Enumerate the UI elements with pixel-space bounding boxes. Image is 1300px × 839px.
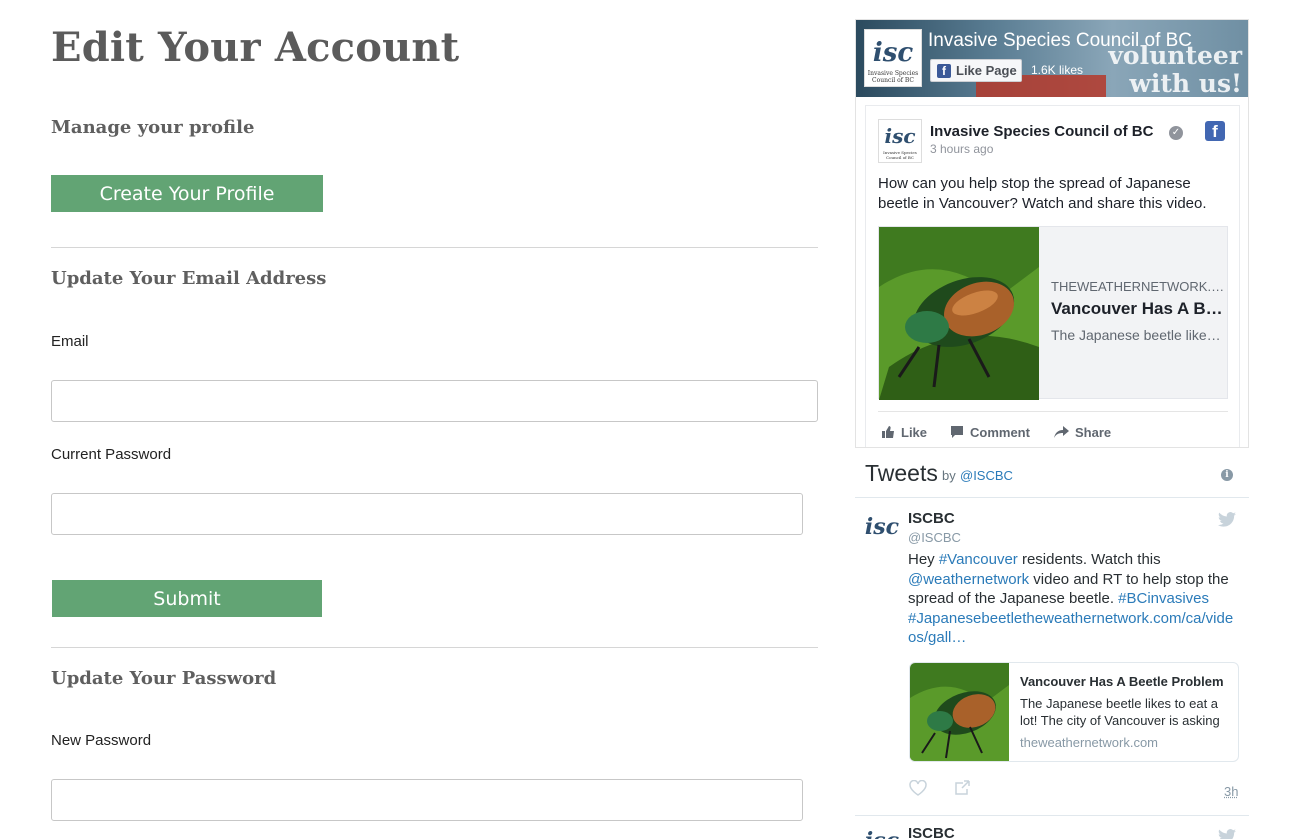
- tweet-text: Hey #Vancouver residents. Watch this @we…: [908, 550, 1240, 648]
- info-icon[interactable]: i: [1221, 469, 1233, 481]
- comment-label: Comment: [970, 425, 1030, 440]
- comment-action[interactable]: Comment: [950, 425, 1030, 442]
- post-author-name[interactable]: Invasive Species Council of BC: [930, 123, 1153, 140]
- link-domain: THEWEATHERNETWORK.COM: [1051, 279, 1226, 294]
- new-password-input[interactable]: [51, 779, 803, 821]
- email-input[interactable]: [51, 380, 818, 422]
- link-description: The Japanese beetle likes to eat a lot!: [1051, 327, 1227, 343]
- submit-button[interactable]: Submit: [52, 580, 322, 617]
- comment-icon: [950, 425, 964, 442]
- facebook-logo-icon[interactable]: f: [1205, 121, 1225, 141]
- post-author-avatar[interactable]: isc Invasive Species Council of BC: [878, 119, 922, 163]
- card-description: The Japanese beetle likes to eat a lot! …: [1020, 696, 1220, 728]
- twitter-bird-icon[interactable]: [1218, 512, 1236, 532]
- facebook-cover-photo[interactable]: volunteer with us! isc Invasive Species …: [856, 20, 1248, 97]
- like-page-label: Like Page: [956, 63, 1017, 78]
- page-title: Edit Your Account: [51, 24, 460, 71]
- facebook-page-name[interactable]: Invasive Species Council of BC: [928, 30, 1192, 52]
- like-label: Like: [901, 425, 928, 440]
- share-arrow-icon: [1054, 425, 1069, 442]
- tweet-author-name[interactable]: ISCBC: [908, 825, 955, 839]
- twitter-bird-icon[interactable]: [1218, 829, 1236, 839]
- tweet-text-part: Hey: [908, 551, 939, 568]
- section-divider: [51, 247, 818, 248]
- twitter-timeline-widget: Tweets by @ISCBC i isc ISCBC @ISCBC Hey …: [855, 448, 1249, 839]
- beetle-image: [879, 227, 1039, 400]
- share-label: Share: [1075, 425, 1112, 440]
- share-action[interactable]: Share: [1054, 425, 1111, 442]
- email-label: Email: [51, 333, 89, 350]
- tweet-timestamp[interactable]: 3h: [1224, 784, 1238, 799]
- logo-caption: Invasive Species Council of BC: [867, 70, 919, 84]
- share-icon[interactable]: [954, 780, 970, 801]
- tweets-by-label: by: [942, 468, 956, 483]
- tweet-text-part: residents. Watch this: [1017, 551, 1161, 568]
- tweet-author-handle[interactable]: @ISCBC: [908, 530, 961, 545]
- verified-icon: ✓: [1169, 126, 1183, 140]
- isc-logo[interactable]: isc Invasive Species Council of BC: [864, 29, 922, 87]
- logo-letters: isc: [872, 38, 914, 68]
- like-action[interactable]: Like: [881, 425, 927, 442]
- link-title[interactable]: Vancouver Has A Beetle Problem: [1051, 299, 1227, 319]
- facebook-f-icon: f: [937, 64, 951, 78]
- likes-count: 1.6K likes: [1031, 63, 1084, 77]
- logo-letters: isc: [864, 828, 900, 839]
- post-link-card[interactable]: THEWEATHERNETWORK.COM Vancouver Has A Be…: [878, 226, 1228, 400]
- update-email-heading: Update Your Email Address: [51, 268, 327, 289]
- current-password-label: Current Password: [51, 446, 172, 463]
- tweet-author-name[interactable]: ISCBC: [908, 510, 955, 527]
- create-profile-button[interactable]: Create Your Profile: [51, 175, 323, 212]
- logo-letters: isc: [884, 124, 916, 148]
- mention-link[interactable]: @weathernetwork: [908, 571, 1029, 588]
- new-password-label: New Password: [51, 732, 152, 749]
- tweet-author-avatar[interactable]: isc: [864, 828, 900, 839]
- post-text: How can you help stop the spread of Japa…: [878, 175, 1207, 212]
- twitter-header: Tweets by @ISCBC i: [855, 448, 1249, 498]
- tweet-link-card[interactable]: Vancouver Has A Beetle Problem The Japan…: [909, 662, 1239, 762]
- hashtag-link[interactable]: #Japanesebeetle: [908, 610, 1022, 627]
- card-title: Vancouver Has A Beetle Problem: [1020, 674, 1224, 689]
- manage-profile-heading: Manage your profile: [51, 117, 255, 138]
- logo-caption: Invasive Species Council of BC: [883, 150, 917, 160]
- tweets-title[interactable]: Tweets: [865, 460, 938, 487]
- post-timestamp[interactable]: 3 hours ago: [930, 142, 993, 156]
- hashtag-link[interactable]: #BCinvasives: [1118, 590, 1209, 607]
- tweet-author-avatar[interactable]: isc: [864, 514, 900, 544]
- beetle-thumbnail: [910, 663, 1009, 761]
- facebook-page-widget: volunteer with us! isc Invasive Species …: [855, 19, 1249, 448]
- post-actions-bar: Like Comment Share: [878, 411, 1228, 447]
- tweets-handle-link[interactable]: @ISCBC: [960, 468, 1013, 483]
- update-password-heading: Update Your Password: [51, 668, 277, 689]
- section-divider: [51, 647, 818, 648]
- hashtag-link[interactable]: #Vancouver: [939, 551, 1018, 568]
- logo-letters: isc: [864, 514, 900, 540]
- facebook-post: isc Invasive Species Council of BC Invas…: [865, 105, 1240, 447]
- heart-icon[interactable]: [909, 779, 927, 801]
- current-password-input[interactable]: [51, 493, 803, 535]
- like-page-button[interactable]: f Like Page: [930, 59, 1022, 82]
- tweet-divider: [855, 815, 1249, 816]
- card-domain: theweathernetwork.com: [1020, 735, 1159, 750]
- thumbs-up-icon: [881, 425, 895, 442]
